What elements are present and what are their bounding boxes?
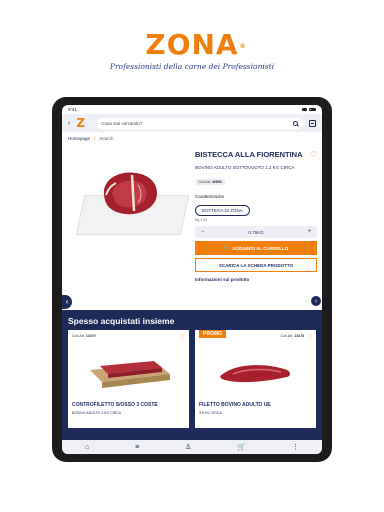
heart-icon[interactable]: ♡ [307,334,312,341]
brand-header: ZONA ® Professionisti della carne dei Pr… [0,28,384,72]
logo-text: ZONA [145,28,239,61]
home-icon[interactable]: ⌂ [85,444,89,451]
product-title: BISTECCA ALLA FIORENTINA [195,150,303,159]
card-code-value: 13479 [85,334,96,338]
product-card[interactable]: Cod.Art. 13479 ♡ CONTROFILETTO S/OSSO 3 … [68,330,189,428]
user-icon[interactable]: ♙ [185,443,191,451]
breadcrumb-separator: / [94,136,96,141]
breadcrumb-current: Search [99,136,114,141]
code-label: Cod.Art. [198,180,211,184]
search-placeholder: Cosa stai cercando? [101,120,143,126]
card-title: FILETTO BOVINO ADULTO UE [199,402,271,408]
controfiletto-image [90,361,170,388]
product-detail: BISTECCA ALLA FIORENTINA ♡ BOVINO ADULTO… [62,150,322,310]
product-subtitle: BOVINO ADULTO SOTTOVUOTO 1.2 KG CIRCA [195,165,295,170]
download-sheet-button[interactable]: SCARICA LA SCHEDA PRODOTTO [195,258,317,272]
steak-image [103,172,158,215]
product-card[interactable]: PROMO Cod.Art. 13478 ♡ FILETTO BOVINO AD… [195,330,316,428]
breadcrumb: Homepage / Search [62,132,322,145]
top-bar: ‹ Z Cosa stai cercando? [62,114,322,132]
cart-icon[interactable]: 🛒 [237,443,246,451]
product-carousel: Cod.Art. 13479 ♡ CONTROFILETTO S/OSSO 3 … [68,330,316,428]
product-info-link[interactable]: Informazioni sul prodotto [195,277,317,282]
more-icon[interactable]: ⋮ [292,443,299,451]
tablet-frame: 9:41 ‹ Z Cosa stai cercando? Homepage / … [52,97,332,462]
qty-minus-button[interactable]: − [201,229,205,235]
card-code-label: Cod.Art. [280,334,294,338]
cart-icon: 🛒 [223,245,230,250]
filetto-image [220,365,290,383]
card-title: CONTROFILETTO S/OSSO 3 COSTE [72,402,158,408]
registered-mark: ® [239,43,247,50]
brand-tagline: Professionisti della carne dei Professio… [109,62,275,71]
status-bar: 9:41 [62,105,322,114]
carousel-next-button[interactable]: › [310,295,322,307]
product-info: BISTECCA ALLA FIORENTINA ♡ BOVINO ADULTO… [195,150,317,282]
app-logo[interactable]: Z [76,117,90,129]
zona-logo: ZONA ® [145,28,245,61]
bottom-nav: ⌂ ≡ ♙ 🛒 ⋮ [62,440,322,454]
quantity-stepper: − 0.75KG + [195,226,317,238]
signal-icon [302,108,307,111]
app-screen: 9:41 ‹ Z Cosa stai cercando? Homepage / … [62,105,322,454]
search-icon[interactable] [293,120,298,126]
product-code: Cod.Art. 40856 [195,179,225,185]
heart-icon[interactable]: ♡ [180,334,185,341]
characteristics-label: Caratteristiche [195,194,225,199]
card-code-label: Cod.Art. [72,334,85,338]
product-image [72,150,192,245]
variant-chip-sub: Kg 1.05 [195,218,208,222]
barcode-scan-icon[interactable] [309,119,316,127]
add-to-cart-button[interactable]: 🛒 AGGIUNGI AL CARRELLO [195,241,317,255]
card-subtitle: BOVINO ADULTO 4 KG CIRCA [72,411,122,415]
often-bought-section: Spesso acquistati insieme Cod.Art. 13479… [62,310,322,440]
card-code: Cod.Art. 13479 [72,334,185,338]
status-time: 9:41 [68,107,77,112]
breadcrumb-home[interactable]: Homepage [68,136,90,141]
often-bought-title: Spesso acquistati insieme [68,316,175,326]
promo-badge: PROMO [199,330,226,338]
product-title-row: BISTECCA ALLA FIORENTINA ♡ [195,150,317,159]
add-to-cart-label: AGGIUNGI AL CARRELLO [232,245,289,251]
status-icons [302,107,316,112]
battery-icon [309,107,316,112]
card-subtitle: 3.5 KG CIRCA [199,411,222,415]
code-value: 40856 [211,180,222,184]
variant-chip[interactable]: BOTTEGA DI ZONA [195,205,250,216]
qty-value: 0.75KG [248,229,264,235]
heart-icon[interactable]: ♡ [310,150,317,159]
qty-plus-button[interactable]: + [307,229,311,235]
chevron-left-icon[interactable]: ‹ [68,120,70,127]
card-code-value: 13478 [294,334,304,338]
search-input[interactable]: Cosa stai cercando? [96,117,303,129]
menu-icon[interactable]: ≡ [135,444,139,451]
